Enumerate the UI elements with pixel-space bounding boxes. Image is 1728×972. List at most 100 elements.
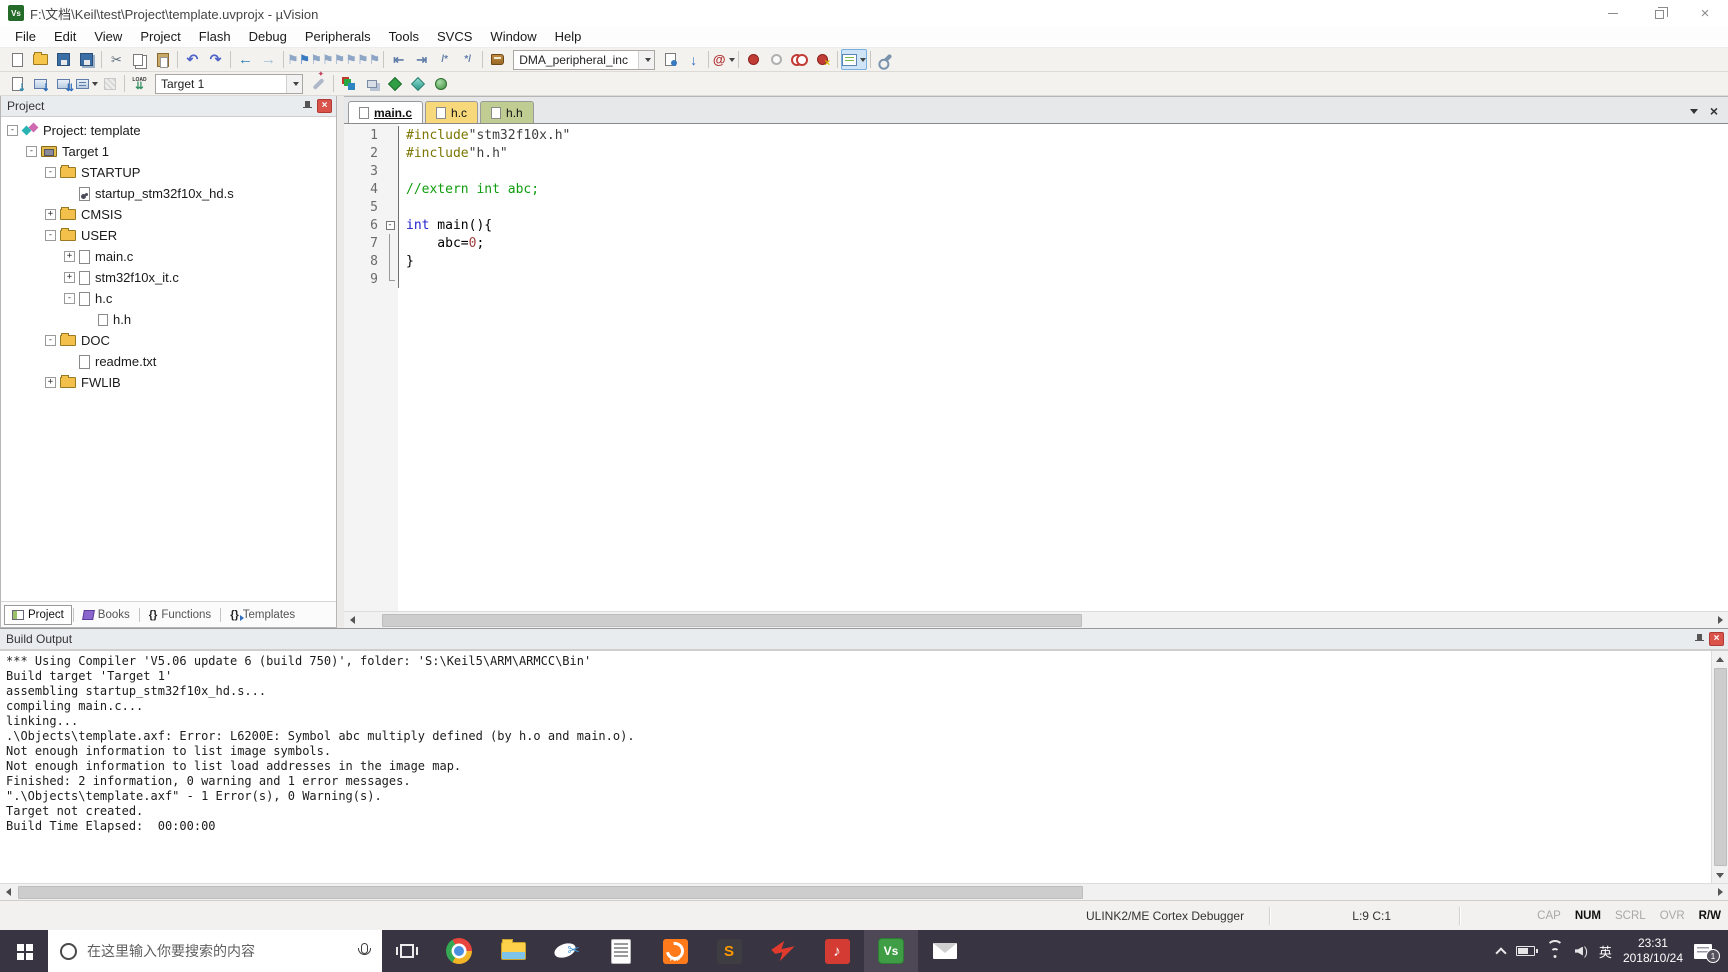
save-all-button[interactable] <box>75 49 98 70</box>
wifi-icon[interactable] <box>1545 939 1564 958</box>
build-output-body[interactable]: *** Using Compiler 'V5.06 update 6 (buil… <box>0 650 1728 883</box>
volume-icon[interactable] <box>1575 944 1588 958</box>
code-line-4[interactable]: 4 //extern int abc; <box>344 180 1728 198</box>
taskbar-thunder[interactable] <box>756 930 810 972</box>
save-button[interactable] <box>52 49 75 70</box>
panel-splitter[interactable] <box>337 96 344 628</box>
find-combo[interactable]: DMA_peripheral_inc <box>513 49 656 70</box>
source-browser-button[interactable] <box>486 49 509 70</box>
breakpoint-toggle-enable-button[interactable] <box>765 49 788 70</box>
expand-icon[interactable]: + <box>45 377 56 388</box>
tree-item-readme-txt[interactable]: readme.txt <box>1 351 336 372</box>
taskbar-clock[interactable]: 23:31 2018/10/24 <box>1623 936 1683 966</box>
tree-item-target-1[interactable]: - Target 1 <box>1 141 336 162</box>
copy-button[interactable] <box>128 49 151 70</box>
software-packs-button[interactable] <box>429 73 452 94</box>
uncomment-button[interactable] <box>456 49 479 70</box>
menu-edit[interactable]: Edit <box>45 26 85 47</box>
find-in-files-button[interactable] <box>659 49 682 70</box>
tab-project[interactable]: Project <box>4 604 72 625</box>
navigate-back-button[interactable] <box>234 49 257 70</box>
cut-button[interactable] <box>105 49 128 70</box>
breakpoint-kill-all-button[interactable] <box>788 49 811 70</box>
editor-tab-main-c[interactable]: main.c <box>348 101 424 123</box>
tree-item-user[interactable]: - USER <box>1 225 336 246</box>
restore-button[interactable] <box>1636 0 1682 26</box>
scroll-down-button[interactable] <box>1712 867 1728 883</box>
taskbar-file-explorer[interactable] <box>486 930 540 972</box>
new-file-button[interactable] <box>6 49 29 70</box>
tab-books[interactable]: Books <box>75 605 138 625</box>
translate-button[interactable] <box>6 73 29 94</box>
menu-svcs[interactable]: SVCS <box>428 26 481 47</box>
tab-templates[interactable]: Templates <box>222 605 303 625</box>
unindent-button[interactable] <box>387 49 410 70</box>
ime-indicator[interactable]: 英 <box>1599 942 1612 961</box>
tree-item-startup-stm32f10x-hd-s[interactable]: startup_stm32f10x_hd.s <box>1 183 336 204</box>
start-button[interactable] <box>0 930 48 972</box>
expand-icon[interactable]: + <box>64 272 75 283</box>
manage-rte-button[interactable] <box>383 73 406 94</box>
collapse-icon[interactable]: - <box>64 293 75 304</box>
code-line-8[interactable]: 8} <box>344 252 1728 270</box>
editor-tab-h-h[interactable]: h.h <box>480 101 534 123</box>
paste-button[interactable] <box>151 49 174 70</box>
code-line-6[interactable]: 6- int main(){ <box>344 216 1728 234</box>
manage-project-items-button[interactable] <box>337 73 360 94</box>
stop-build-button[interactable] <box>98 73 121 94</box>
scroll-right-button[interactable] <box>1712 612 1728 628</box>
bookmark-next-button[interactable] <box>334 49 357 70</box>
menu-window[interactable]: Window <box>481 26 545 47</box>
task-view-button[interactable] <box>382 930 432 972</box>
close-button[interactable]: × <box>1682 0 1728 26</box>
fold-collapse-icon[interactable]: - <box>385 220 395 230</box>
open-file-button[interactable] <box>29 49 52 70</box>
collapse-icon[interactable]: - <box>45 335 56 346</box>
tree-item-h-c[interactable]: - h.c <box>1 288 336 309</box>
build-output-vscrollbar[interactable] <box>1711 651 1728 883</box>
menu-flash[interactable]: Flash <box>190 26 240 47</box>
editor-hscroll-thumb[interactable] <box>382 613 1082 627</box>
taskbar-snipping-tool[interactable] <box>540 930 594 972</box>
code-line-7[interactable]: 7 abc= 0; <box>344 234 1728 252</box>
tree-item-fwlib[interactable]: + FWLIB <box>1 372 336 393</box>
scroll-left-button[interactable] <box>344 612 360 628</box>
menu-debug[interactable]: Debug <box>240 26 296 47</box>
build-output-close-button[interactable] <box>1709 632 1724 646</box>
pack-installer-button[interactable] <box>406 73 429 94</box>
editor-hscrollbar[interactable] <box>344 611 1728 628</box>
redo-button[interactable] <box>204 49 227 70</box>
breakpoint-insert-button[interactable] <box>742 49 765 70</box>
target-combo-arrow[interactable] <box>286 74 302 93</box>
bookmark-clear-button[interactable] <box>357 49 380 70</box>
taskbar-calculator[interactable] <box>594 930 648 972</box>
code-line-1[interactable]: 1 #include "stm32f10x.h" <box>344 126 1728 144</box>
scroll-right-button[interactable] <box>1712 884 1728 900</box>
battery-icon[interactable] <box>1515 946 1538 956</box>
expand-icon[interactable]: + <box>64 251 75 262</box>
tab-list-button[interactable] <box>1684 102 1704 120</box>
tree-item-doc[interactable]: - DOC <box>1 330 336 351</box>
collapse-icon[interactable]: - <box>7 125 18 136</box>
close-file-button[interactable] <box>1704 102 1724 120</box>
tree-item-stm32f10x-it-c[interactable]: + stm32f10x_it.c <box>1 267 336 288</box>
taskbar-mail[interactable] <box>918 930 972 972</box>
taskbar-sublime-text[interactable] <box>702 930 756 972</box>
tree-item-main-c[interactable]: + main.c <box>1 246 336 267</box>
views-dropdown-button[interactable] <box>841 49 868 70</box>
download-button[interactable] <box>128 73 151 94</box>
target-combo[interactable]: Target 1 <box>155 73 303 94</box>
build-vscroll-thumb[interactable] <box>1713 668 1727 866</box>
build-hscroll-thumb[interactable] <box>18 885 1083 899</box>
tree-item-h-h[interactable]: h.h <box>1 309 336 330</box>
comment-button[interactable] <box>433 49 456 70</box>
file-extensions-button[interactable] <box>360 73 383 94</box>
taskbar-keil-uvision[interactable] <box>864 930 918 972</box>
menu-file[interactable]: File <box>6 26 45 47</box>
menu-peripherals[interactable]: Peripherals <box>296 26 380 47</box>
collapse-icon[interactable]: - <box>45 167 56 178</box>
editor-tab-h-c[interactable]: h.c <box>425 101 479 123</box>
menu-project[interactable]: Project <box>131 26 189 47</box>
scroll-left-button[interactable] <box>0 884 16 900</box>
bookmark-toggle-button[interactable] <box>287 49 310 70</box>
